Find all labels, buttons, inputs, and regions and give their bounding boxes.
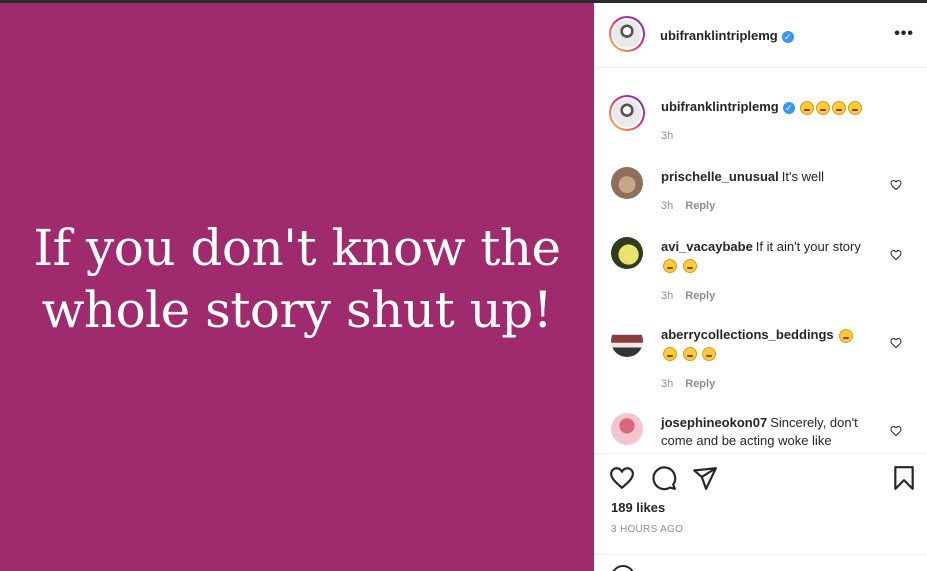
comment-text: josephineokon07 Sincerely, don't come and… bbox=[661, 414, 881, 450]
emoji-icon bbox=[663, 346, 677, 361]
comment-text: aberrycollections_beddings bbox=[661, 326, 881, 362]
author-avatar[interactable] bbox=[609, 16, 645, 52]
author-username-text[interactable]: ubifranklintriplemg bbox=[660, 28, 778, 43]
share-icon[interactable] bbox=[692, 465, 718, 491]
caption-time[interactable]: 3h bbox=[661, 130, 673, 142]
comment-username[interactable]: avi_vacaybabe bbox=[661, 239, 753, 254]
comment-body: It's well bbox=[781, 169, 824, 184]
commenter-avatar[interactable] bbox=[611, 413, 643, 445]
heart-icon[interactable] bbox=[609, 465, 635, 491]
commenter-avatar[interactable] bbox=[611, 237, 643, 269]
emoji-icon bbox=[816, 100, 831, 115]
emoji-icon bbox=[832, 100, 847, 115]
comment-text: prischelle_unusual It's well bbox=[661, 168, 881, 186]
comment-time[interactable]: 3h bbox=[661, 200, 673, 212]
emoji-icon bbox=[682, 258, 697, 273]
emoji-icon bbox=[838, 328, 853, 343]
heart-icon[interactable] bbox=[890, 337, 902, 349]
post-image-quote: If you don't know the whole story shut u… bbox=[33, 219, 561, 339]
reply-button[interactable]: Reply bbox=[685, 290, 715, 302]
comment-username[interactable]: prischelle_unusual bbox=[661, 169, 779, 184]
post-image[interactable]: If you don't know the whole story shut u… bbox=[0, 3, 594, 571]
comment-meta: 3h Reply bbox=[661, 200, 715, 212]
emoji-icon bbox=[682, 346, 697, 361]
comment-time[interactable]: 3h bbox=[661, 290, 673, 302]
post-sidebar: ubifranklintriplemg ✓ ••• ubifranklintrip… bbox=[594, 3, 927, 571]
comment-text: avi_vacaybabe If it ain't your story bbox=[661, 238, 881, 274]
reply-button[interactable]: Reply bbox=[685, 378, 715, 390]
reply-button[interactable]: Reply bbox=[685, 200, 715, 212]
post-actions: 189 likes 3 HOURS AGO bbox=[595, 453, 927, 571]
add-comment-bar bbox=[595, 554, 927, 571]
emoji-icon bbox=[848, 100, 863, 115]
commenter-avatar[interactable] bbox=[611, 325, 643, 357]
verified-icon: ✓ bbox=[782, 101, 795, 114]
comment-time[interactable]: 3h bbox=[661, 378, 673, 390]
emoji-icon bbox=[663, 258, 677, 273]
caption-username[interactable]: ubifranklintriplemg bbox=[661, 99, 779, 114]
more-options-icon[interactable]: ••• bbox=[894, 25, 914, 43]
caption-avatar[interactable] bbox=[609, 95, 645, 131]
post-time-ago[interactable]: 3 HOURS AGO bbox=[611, 524, 683, 535]
emoji-icon bbox=[800, 100, 815, 115]
heart-icon[interactable] bbox=[890, 425, 902, 437]
author-username[interactable]: ubifranklintriplemg ✓ bbox=[660, 28, 794, 43]
heart-icon[interactable] bbox=[890, 249, 902, 261]
comment-meta: 3h Reply bbox=[661, 378, 715, 390]
commenter-avatar[interactable] bbox=[611, 167, 643, 199]
post-header: ubifranklintriplemg ✓ ••• bbox=[595, 3, 927, 68]
likes-count[interactable]: 189 likes bbox=[611, 500, 665, 515]
bookmark-icon[interactable] bbox=[891, 465, 917, 491]
comment-username[interactable]: josephineokon07 bbox=[661, 415, 767, 430]
comment-icon[interactable] bbox=[651, 465, 677, 491]
comment-body: If it ain't your story bbox=[755, 239, 861, 254]
emoji-picker-icon[interactable] bbox=[611, 565, 635, 571]
comment-meta: 3h Reply bbox=[661, 290, 715, 302]
comment-username[interactable]: aberrycollections_beddings bbox=[661, 327, 834, 342]
emoji-icon bbox=[702, 346, 717, 361]
verified-icon: ✓ bbox=[781, 30, 794, 43]
heart-icon[interactable] bbox=[890, 179, 902, 191]
